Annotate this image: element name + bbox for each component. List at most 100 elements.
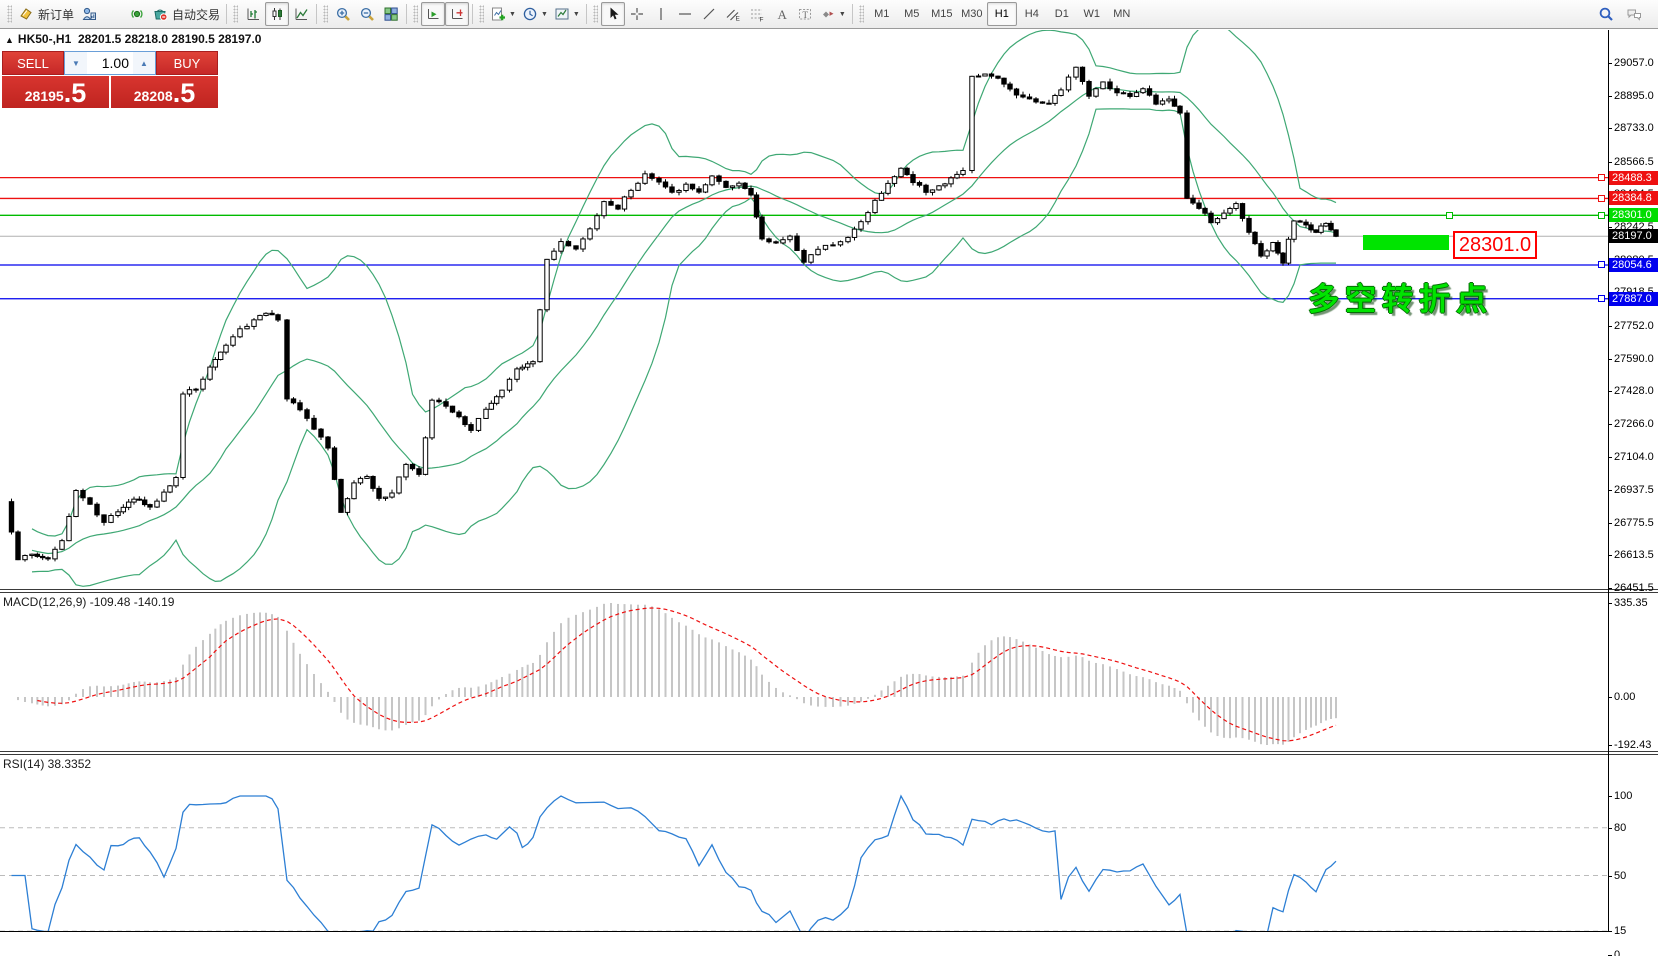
timeframe-button-mn[interactable]: MN <box>1107 2 1137 26</box>
vline-icon <box>653 6 669 22</box>
tile-windows-button[interactable] <box>379 2 403 26</box>
buy-button[interactable]: BUY <box>156 51 218 75</box>
price-callout-label[interactable]: 28301.0 <box>1453 231 1537 259</box>
axis-tick-label: 29057.0 <box>1614 57 1654 69</box>
autotrade-icon <box>152 6 168 22</box>
lot-size-control: ▼ ▲ <box>64 51 156 75</box>
timeframe-button-m5[interactable]: M5 <box>897 2 927 26</box>
line-anchor-marker[interactable] <box>1598 174 1605 181</box>
rsi-canvas[interactable] <box>0 755 1608 932</box>
lot-increase-button[interactable]: ▲ <box>133 52 155 74</box>
toolbar-separator <box>852 4 853 24</box>
timeframe-button-h4[interactable]: H4 <box>1017 2 1047 26</box>
timeframe-button-m15[interactable]: M15 <box>927 2 957 26</box>
crosshair-button[interactable] <box>625 2 649 26</box>
market-watch-icon <box>81 6 97 22</box>
lot-size-input[interactable] <box>87 52 133 74</box>
svg-text:T: T <box>802 10 808 20</box>
signals-button[interactable] <box>125 2 149 26</box>
auto-scroll-icon <box>425 6 441 22</box>
periods-button[interactable]: ▼ <box>519 2 551 26</box>
axis-tick-label: 0.00 <box>1614 691 1635 703</box>
fibonacci-button[interactable]: F <box>745 2 769 26</box>
axis-tick-label: 26451.5 <box>1614 582 1654 594</box>
toolbar-grip[interactable] <box>479 5 484 23</box>
timeframe-button-w1[interactable]: W1 <box>1077 2 1107 26</box>
search-button[interactable] <box>1594 2 1618 26</box>
data-window-button[interactable] <box>101 2 125 26</box>
timeframe-button-d1[interactable]: D1 <box>1047 2 1077 26</box>
sell-button[interactable]: SELL <box>2 51 64 75</box>
toolbar-grip[interactable] <box>859 5 864 23</box>
macd-canvas[interactable] <box>0 593 1608 751</box>
autotrade-button[interactable]: 自动交易 <box>149 2 223 26</box>
timeframe-button-m30[interactable]: M30 <box>957 2 987 26</box>
dropdown-caret-icon[interactable]: ▼ <box>541 11 548 18</box>
arrows-button[interactable]: ▼ <box>817 2 849 26</box>
axis-tick-label: 50 <box>1614 870 1626 882</box>
text-button[interactable]: A <box>769 2 793 26</box>
axis-tick-label: 28895.0 <box>1614 90 1654 102</box>
line-chart-button[interactable] <box>289 2 313 26</box>
line-anchor-marker[interactable] <box>1446 212 1453 219</box>
axis-tick-label: 27428.0 <box>1614 385 1654 397</box>
zoom-out-button[interactable] <box>355 2 379 26</box>
line-anchor-marker[interactable] <box>1598 295 1605 302</box>
text-label-button[interactable]: T <box>793 2 817 26</box>
toolbar-grip[interactable] <box>593 5 598 23</box>
toolbar-grip[interactable] <box>233 5 238 23</box>
toolbar-separator <box>406 4 407 24</box>
axis-tick-label: 28733.0 <box>1614 122 1654 134</box>
axis-tick-label: 27266.0 <box>1614 418 1654 430</box>
new-order-button[interactable]: 新订单 <box>15 2 77 26</box>
toolbar-separator <box>586 4 587 24</box>
svg-text:A: A <box>777 7 787 22</box>
svg-text:F: F <box>759 17 763 23</box>
toolbar-grip[interactable] <box>323 5 328 23</box>
line-anchor-marker[interactable] <box>1598 212 1605 219</box>
bar-chart-button[interactable] <box>241 2 265 26</box>
buy-price[interactable]: 28208.5 <box>111 76 218 108</box>
data-window-icon <box>105 6 121 22</box>
collapse-icon[interactable]: ▲ <box>5 35 14 45</box>
current-price-label: 28197.0 <box>1609 229 1658 243</box>
timeframe-button-h1[interactable]: H1 <box>987 2 1017 26</box>
cursor-button[interactable] <box>601 2 625 26</box>
vertical-line-button[interactable] <box>649 2 673 26</box>
trendline-button[interactable] <box>697 2 721 26</box>
zoom-in-button[interactable] <box>331 2 355 26</box>
horizontal-line-button[interactable] <box>673 2 697 26</box>
dropdown-caret-icon[interactable]: ▼ <box>509 11 516 18</box>
new-order-icon <box>18 6 34 22</box>
autotrade-button-label: 自动交易 <box>172 6 220 23</box>
chat-button[interactable] <box>1622 2 1646 26</box>
candlestick-button[interactable] <box>265 2 289 26</box>
axis-tick-label: 335.35 <box>1614 597 1648 609</box>
dropdown-caret-icon[interactable]: ▼ <box>573 11 580 18</box>
chart-shift-button[interactable] <box>445 2 469 26</box>
annotation-text[interactable]: 多空转折点 <box>1308 274 1493 319</box>
templates-button[interactable]: ▼ <box>551 2 583 26</box>
line-anchor-marker[interactable] <box>1598 261 1605 268</box>
equidistant-channel-button[interactable]: E <box>721 2 745 26</box>
svg-text:E: E <box>735 16 740 23</box>
chart-area[interactable]: 29057.028895.028733.028566.528404.528242… <box>0 30 1658 956</box>
line-anchor-marker[interactable] <box>1598 195 1605 202</box>
indicators-button[interactable]: ▼ <box>487 2 519 26</box>
timeframe-button-m1[interactable]: M1 <box>867 2 897 26</box>
zoom-in-icon <box>335 6 351 22</box>
dropdown-caret-icon[interactable]: ▼ <box>839 11 846 18</box>
lot-decrease-button[interactable]: ▼ <box>65 52 87 74</box>
auto-scroll-button[interactable] <box>421 2 445 26</box>
bar-chart-icon <box>245 6 261 22</box>
highlight-rectangle[interactable] <box>1363 235 1449 250</box>
chart-ohlc-header: ▲HK50-,H1 28201.5 28218.0 28190.5 28197.… <box>5 32 261 46</box>
toolbar-grip[interactable] <box>413 5 418 23</box>
price-line-label: 28054.6 <box>1609 258 1658 272</box>
market-watch-button[interactable] <box>77 2 101 26</box>
main-toolbar: 新订单 自动交易 ▼ ▼ ▼ E F A T ▼ M1M5M15M30H1H4D1W1MN <box>0 0 1658 29</box>
fibo-icon: F <box>749 6 765 22</box>
cursor-icon <box>605 6 621 22</box>
toolbar-grip[interactable] <box>7 5 12 23</box>
sell-price[interactable]: 28195.5 <box>2 76 109 108</box>
